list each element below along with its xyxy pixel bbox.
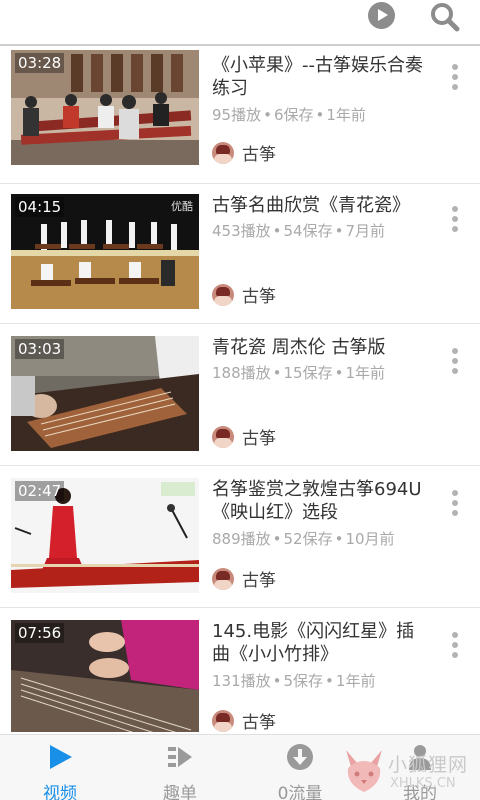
save-count: 5保存 — [283, 672, 324, 690]
top-bar — [0, 0, 480, 46]
video-duration: 07:56 — [15, 623, 65, 643]
save-count: 15保存 — [283, 364, 333, 382]
uploader-name: 古筝 — [242, 571, 276, 591]
uploader-name: 古筝 — [242, 145, 276, 165]
video-feed[interactable]: 03:28 《小苹果》--古筝娱乐合奏练习 95播放 • 6保存 • 1年前 古筝 — [0, 48, 480, 732]
more-options-icon[interactable] — [448, 348, 462, 376]
save-count: 54保存 — [283, 222, 333, 240]
video-duration: 04:15 — [15, 197, 65, 217]
video-thumbnail[interactable]: 04:15 优酷 — [11, 194, 199, 309]
video-thumbnail[interactable]: 07:56 — [11, 620, 199, 732]
bottom-tab-bar: 视频 趣单 0流量 我的 — [0, 734, 480, 800]
play-count: 188播放 — [212, 364, 271, 382]
video-title[interactable]: 《小苹果》--古筝娱乐合奏练习 — [212, 54, 432, 100]
uploader-name: 古筝 — [242, 287, 276, 307]
video-item[interactable]: 07:56 145.电影《闪闪红星》插曲《小小竹排》 131播放 • 5保存 • 1年前… — [0, 610, 480, 732]
video-title[interactable]: 古筝名曲欣赏《青花瓷》 — [212, 194, 432, 217]
upload-time: 1年前 — [345, 364, 385, 382]
tab-zero-data-label: 0流量 — [277, 784, 323, 800]
avatar — [212, 710, 234, 732]
avatar — [212, 568, 234, 590]
avatar — [212, 426, 234, 448]
tab-video-label: 视频 — [43, 784, 77, 800]
video-item[interactable]: 03:28 《小苹果》--古筝娱乐合奏练习 95播放 • 6保存 • 1年前 古筝 — [0, 48, 480, 184]
save-count: 52保存 — [283, 530, 333, 548]
video-item[interactable]: 02:47 名筝鉴赏之敦煌古筝694U《映山红》选段 889播放 • 52保存 • 10… — [0, 468, 480, 608]
video-title[interactable]: 名筝鉴赏之敦煌古筝694U《映山红》选段 — [212, 478, 432, 524]
video-duration: 03:03 — [15, 339, 65, 359]
video-meta: 95播放 • 6保存 • 1年前 — [212, 106, 366, 124]
tab-profile[interactable]: 我的 — [360, 735, 480, 800]
video-thumbnail[interactable]: 02:47 — [11, 478, 199, 593]
video-item[interactable]: 04:15 优酷 古筝名曲欣赏《青花瓷》 453播放 • 54保存 • 7月前 古筝 — [0, 184, 480, 324]
uploader-name: 古筝 — [242, 429, 276, 449]
play-count: 95播放 — [212, 106, 262, 124]
video-title[interactable]: 青花瓷 周杰伦 古筝版 — [212, 336, 432, 359]
upload-time: 1年前 — [335, 672, 376, 690]
more-options-icon[interactable] — [448, 632, 462, 660]
video-thumbnail[interactable]: 03:28 — [11, 50, 199, 165]
upload-time: 7月前 — [345, 222, 385, 240]
tab-zero-data[interactable]: 0流量 — [240, 735, 360, 800]
more-options-icon[interactable] — [448, 206, 462, 234]
play-circle-icon[interactable] — [368, 2, 395, 29]
search-icon[interactable] — [428, 0, 462, 34]
upload-time: 10月前 — [345, 530, 395, 548]
source-watermark: 优酷 — [171, 200, 193, 213]
play-count: 131播放 — [212, 672, 271, 690]
avatar — [212, 142, 234, 164]
video-item[interactable]: 03:03 青花瓷 周杰伦 古筝版 188播放 • 15保存 • 1年前 古筝 — [0, 326, 480, 466]
tab-profile-label: 我的 — [403, 784, 437, 800]
video-meta: 131播放 • 5保存 • 1年前 — [212, 672, 376, 690]
download-circle-icon — [286, 743, 314, 771]
video-title[interactable]: 145.电影《闪闪红星》插曲《小小竹排》 — [212, 620, 432, 666]
avatar — [212, 284, 234, 306]
video-thumbnail[interactable]: 03:03 — [11, 336, 199, 451]
tab-playlist[interactable]: 趣单 — [120, 735, 240, 800]
tab-video[interactable]: 视频 — [0, 735, 120, 800]
video-duration: 02:47 — [15, 481, 65, 501]
uploader-name: 古筝 — [242, 713, 276, 732]
tab-playlist-label: 趣单 — [163, 784, 197, 800]
video-meta: 889播放 • 52保存 • 10月前 — [212, 530, 395, 548]
video-duration: 03:28 — [15, 53, 65, 73]
person-icon — [406, 743, 434, 771]
more-options-icon[interactable] — [448, 490, 462, 518]
play-count: 889播放 — [212, 530, 271, 548]
play-count: 453播放 — [212, 222, 271, 240]
upload-time: 1年前 — [326, 106, 366, 124]
play-triangle-icon — [46, 743, 74, 771]
more-options-icon[interactable] — [448, 64, 462, 92]
video-meta: 453播放 • 54保存 • 7月前 — [212, 222, 385, 240]
video-meta: 188播放 • 15保存 • 1年前 — [212, 364, 385, 382]
save-count: 6保存 — [273, 106, 314, 124]
playlist-icon — [166, 743, 194, 771]
